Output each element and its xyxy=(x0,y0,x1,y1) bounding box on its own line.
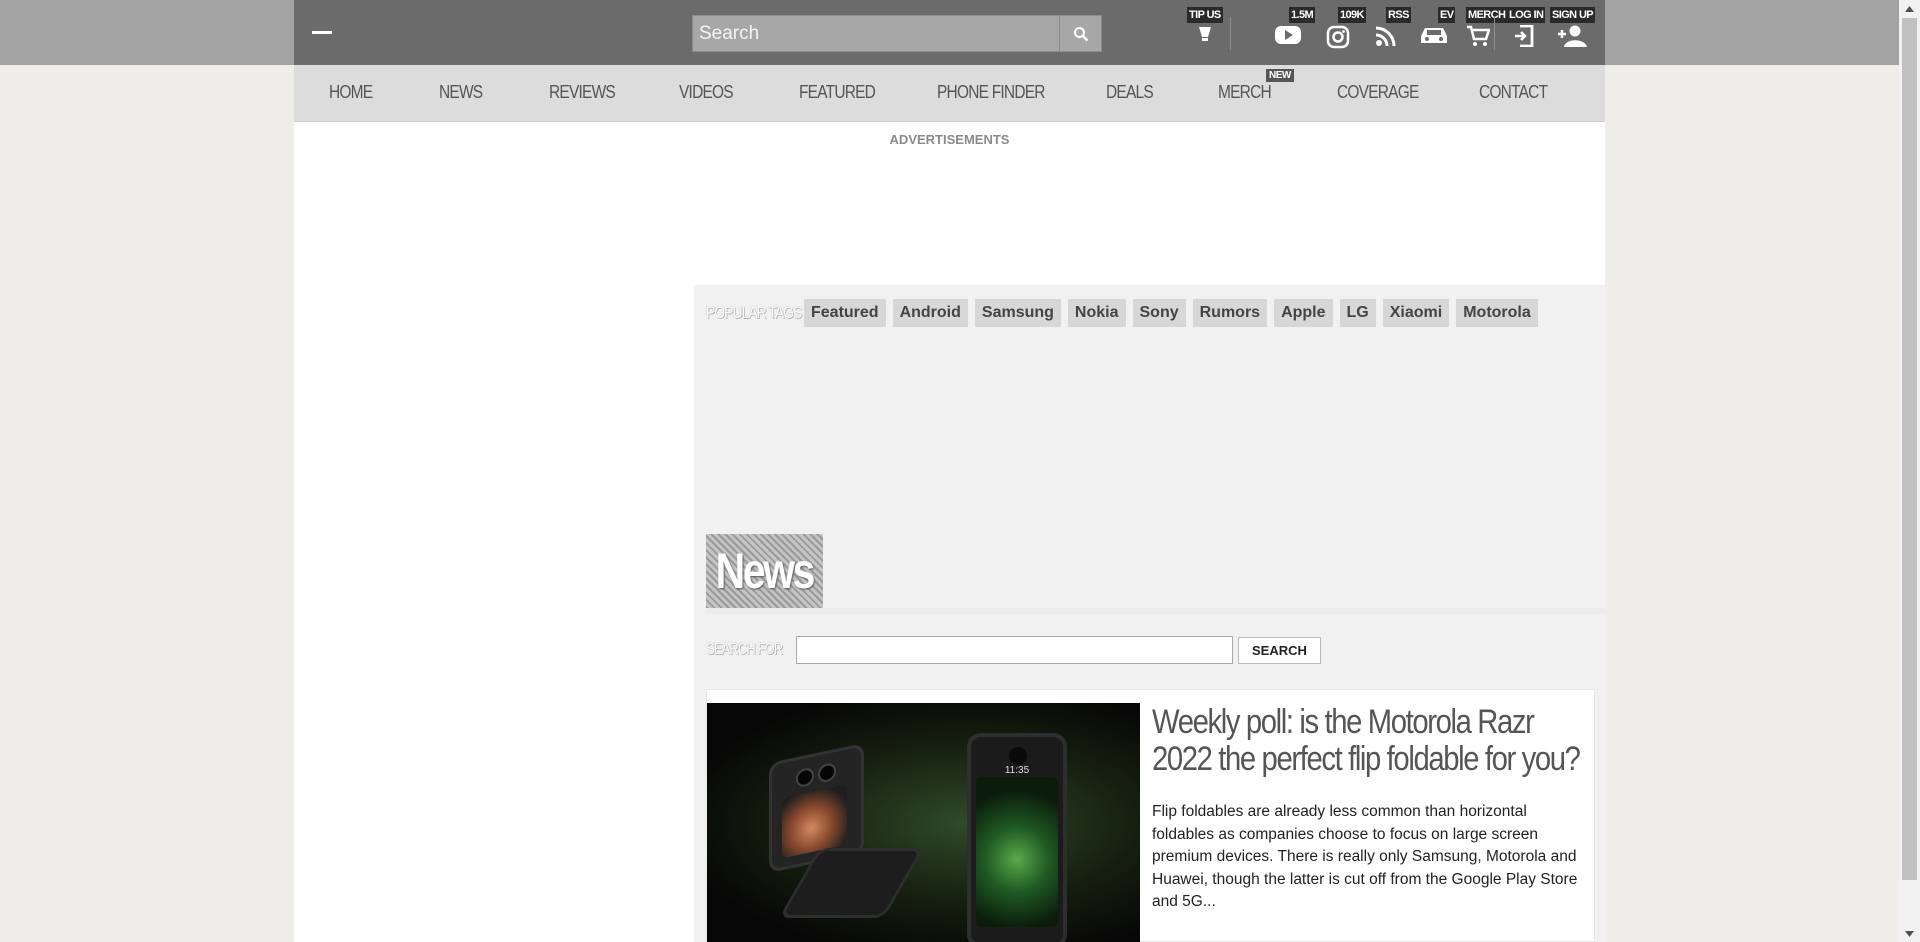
section-divider xyxy=(706,608,1605,614)
tag-featured[interactable]: Featured xyxy=(804,299,886,327)
advertisements-label: ADVERTISEMENTS xyxy=(889,132,1010,147)
search-for-label: SEARCH FOR xyxy=(706,641,783,658)
popular-tags-label: POPULAR TAGS xyxy=(706,303,802,322)
youtube-icon xyxy=(1275,26,1302,44)
nav-merch[interactable]: MERCH xyxy=(1218,65,1272,122)
news-search-form: SEARCH FOR SEARCH xyxy=(706,636,1321,664)
article-title[interactable]: Weekly poll: is the Motorola Razr 2022 t… xyxy=(1152,704,1591,778)
nav-contact[interactable]: CONTACT xyxy=(1479,65,1548,122)
article-excerpt: Flip foldables are already less common t… xyxy=(1152,803,1578,911)
tag-samsung[interactable]: Samsung xyxy=(974,299,1061,327)
nav-featured[interactable]: FEATURED xyxy=(799,65,876,122)
tip-us-link[interactable]: TIP US xyxy=(1187,0,1223,65)
nav-coverage[interactable]: COVERAGE xyxy=(1337,65,1419,122)
nav-deals[interactable]: DEALS xyxy=(1106,65,1154,122)
login-link[interactable]: LOG IN xyxy=(1505,0,1546,65)
tag-xiaomi[interactable]: Xiaomi xyxy=(1382,299,1450,327)
instagram-icon xyxy=(1326,25,1350,49)
tag-lg[interactable]: LG xyxy=(1339,299,1376,327)
flip-phone-image xyxy=(759,742,925,942)
news-search-input[interactable] xyxy=(796,636,1233,664)
news-search-button[interactable]: SEARCH xyxy=(1238,636,1321,664)
rss-link[interactable]: RSS xyxy=(1362,0,1411,65)
header-separator xyxy=(1494,17,1495,50)
nav-home[interactable]: HOME xyxy=(329,65,373,122)
scroll-up-icon[interactable] xyxy=(1899,0,1920,17)
lightbulb-icon xyxy=(1198,27,1211,41)
rss-label: RSS xyxy=(1386,7,1411,23)
header-search-input[interactable] xyxy=(693,16,1059,51)
nav-reviews[interactable]: REVIEWS xyxy=(549,65,616,122)
new-badge: NEW xyxy=(1266,69,1294,82)
main-content: POPULAR TAGS Featured Android Samsung No… xyxy=(694,285,1605,942)
section-title: News xyxy=(715,543,816,599)
tag-sony[interactable]: Sony xyxy=(1132,299,1186,327)
add-user-icon xyxy=(1557,25,1587,47)
scrollbar-thumb[interactable] xyxy=(1902,18,1917,880)
nav-videos[interactable]: VIDEOS xyxy=(679,65,734,122)
instagram-link[interactable]: 109K xyxy=(1310,0,1366,65)
tag-motorola[interactable]: Motorola xyxy=(1456,299,1538,327)
tag-nokia[interactable]: Nokia xyxy=(1067,299,1126,327)
site-header: TIP US 1.5M 109K RSS EV MERCH LOG IN xyxy=(294,0,1605,65)
nav-phone-finder[interactable]: PHONE FINDER xyxy=(937,65,1045,122)
nav-news[interactable]: NEWS xyxy=(439,65,483,122)
login-label: LOG IN xyxy=(1507,7,1546,23)
tag-android[interactable]: Android xyxy=(892,299,968,327)
page-container: TIP US 1.5M 109K RSS EV MERCH LOG IN xyxy=(294,0,1605,942)
tip-us-label: TIP US xyxy=(1187,7,1223,23)
article-card: 11:35 Weekly poll: is the Motorola Razr … xyxy=(706,689,1595,942)
car-icon xyxy=(1420,28,1447,43)
scroll-down-icon[interactable] xyxy=(1899,925,1920,942)
page-scrollbar[interactable] xyxy=(1899,0,1920,942)
login-icon xyxy=(1515,25,1534,47)
header-search xyxy=(692,15,1059,52)
section-heading: News xyxy=(706,534,823,608)
signup-link[interactable]: SIGN UP xyxy=(1550,0,1596,65)
main-nav: HOME NEWS REVIEWS VIDEOS FEATURED PHONE … xyxy=(294,65,1605,122)
open-phone-image: 11:35 xyxy=(967,733,1067,942)
menu-icon[interactable] xyxy=(312,31,332,34)
rss-icon xyxy=(1376,26,1396,47)
phone-time: 11:35 xyxy=(1004,765,1030,776)
cart-icon xyxy=(1466,25,1490,46)
signup-label: SIGN UP xyxy=(1550,7,1596,23)
article-thumbnail[interactable]: 11:35 xyxy=(707,703,1140,942)
merch-label: MERCH xyxy=(1466,7,1508,23)
youtube-link[interactable]: 1.5M xyxy=(1261,0,1316,65)
header-search-button[interactable] xyxy=(1059,15,1102,52)
tag-apple[interactable]: Apple xyxy=(1274,299,1333,327)
header-separator xyxy=(1230,17,1231,50)
popular-tags: POPULAR TAGS Featured Android Samsung No… xyxy=(706,299,1545,327)
tag-rumors[interactable]: Rumors xyxy=(1192,299,1268,327)
search-icon xyxy=(1073,26,1088,41)
merch-link[interactable]: MERCH xyxy=(1448,0,1508,65)
